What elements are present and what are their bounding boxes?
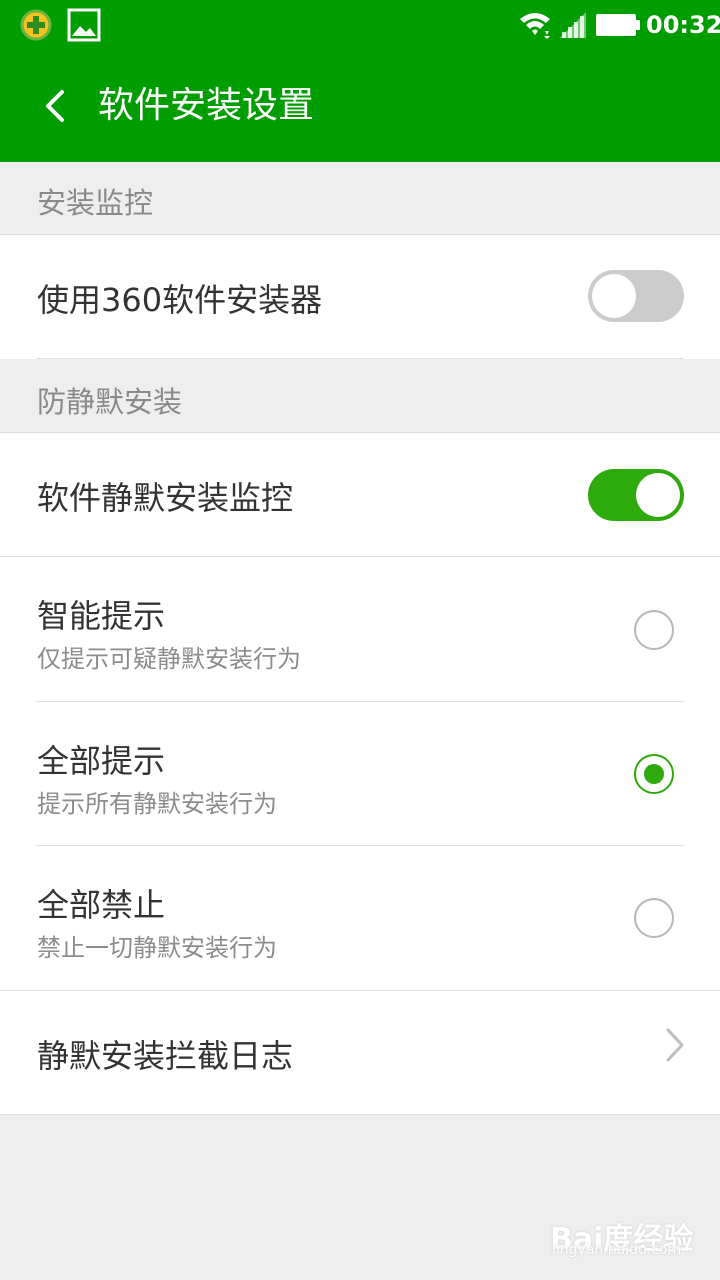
section-header-silent-install: 防静默安装 — [0, 359, 720, 433]
battery-icon — [596, 14, 640, 36]
row-label: 使用360软件安装器 — [37, 281, 323, 319]
section-header-label: 安装监控 — [37, 186, 154, 220]
section-header-install-monitor: 安装监控 — [0, 162, 720, 235]
radio-smart-prompt[interactable] — [634, 610, 674, 650]
row-use-360-installer[interactable]: 使用360软件安装器 — [0, 235, 720, 359]
toggle-silent-install-monitor[interactable] — [588, 469, 684, 521]
chevron-right-icon — [666, 1028, 684, 1062]
row-label: 静默安装拦截日志 — [37, 1037, 294, 1075]
app-header: 00:32 软件安装设置 — [0, 0, 720, 162]
wifi-icon — [520, 13, 550, 39]
status-bar: 00:32 — [0, 0, 720, 52]
app-360-icon — [20, 9, 52, 41]
option-smart-prompt[interactable]: 智能提示 仅提示可疑静默安装行为 — [0, 557, 720, 702]
option-prompt-all[interactable]: 全部提示 提示所有静默安装行为 — [0, 702, 720, 846]
page-title: 软件安装设置 — [98, 85, 315, 126]
row-silent-install-monitor[interactable]: 软件静默安装监控 — [0, 433, 720, 557]
option-subtitle: 禁止一切静默安装行为 — [37, 934, 277, 962]
row-silent-install-log[interactable]: 静默安装拦截日志 — [0, 991, 720, 1115]
baidu-watermark: Bai度经验 jingyan.baidu.com — [550, 1198, 700, 1268]
section-header-label: 防静默安装 — [37, 385, 183, 419]
radio-block-all[interactable] — [634, 898, 674, 938]
option-title: 智能提示 — [37, 597, 166, 635]
row-label: 软件静默安装监控 — [37, 479, 294, 517]
toggle-knob — [636, 473, 680, 517]
gallery-icon — [67, 8, 101, 42]
signal-icon — [560, 12, 586, 38]
toggle-360-installer[interactable] — [588, 270, 684, 322]
watermark-sub: jingyan.baidu.com — [552, 1242, 682, 1258]
radio-dot — [644, 764, 664, 784]
toggle-knob — [592, 274, 636, 318]
back-arrow-icon[interactable] — [40, 86, 70, 126]
status-time: 00:32 — [646, 11, 720, 39]
option-title: 全部提示 — [37, 742, 166, 780]
option-subtitle: 提示所有静默安装行为 — [37, 790, 277, 818]
option-title: 全部禁止 — [37, 886, 166, 924]
option-subtitle: 仅提示可疑静默安装行为 — [37, 645, 301, 673]
radio-prompt-all[interactable] — [634, 754, 674, 794]
option-block-all[interactable]: 全部禁止 禁止一切静默安装行为 — [0, 846, 720, 991]
